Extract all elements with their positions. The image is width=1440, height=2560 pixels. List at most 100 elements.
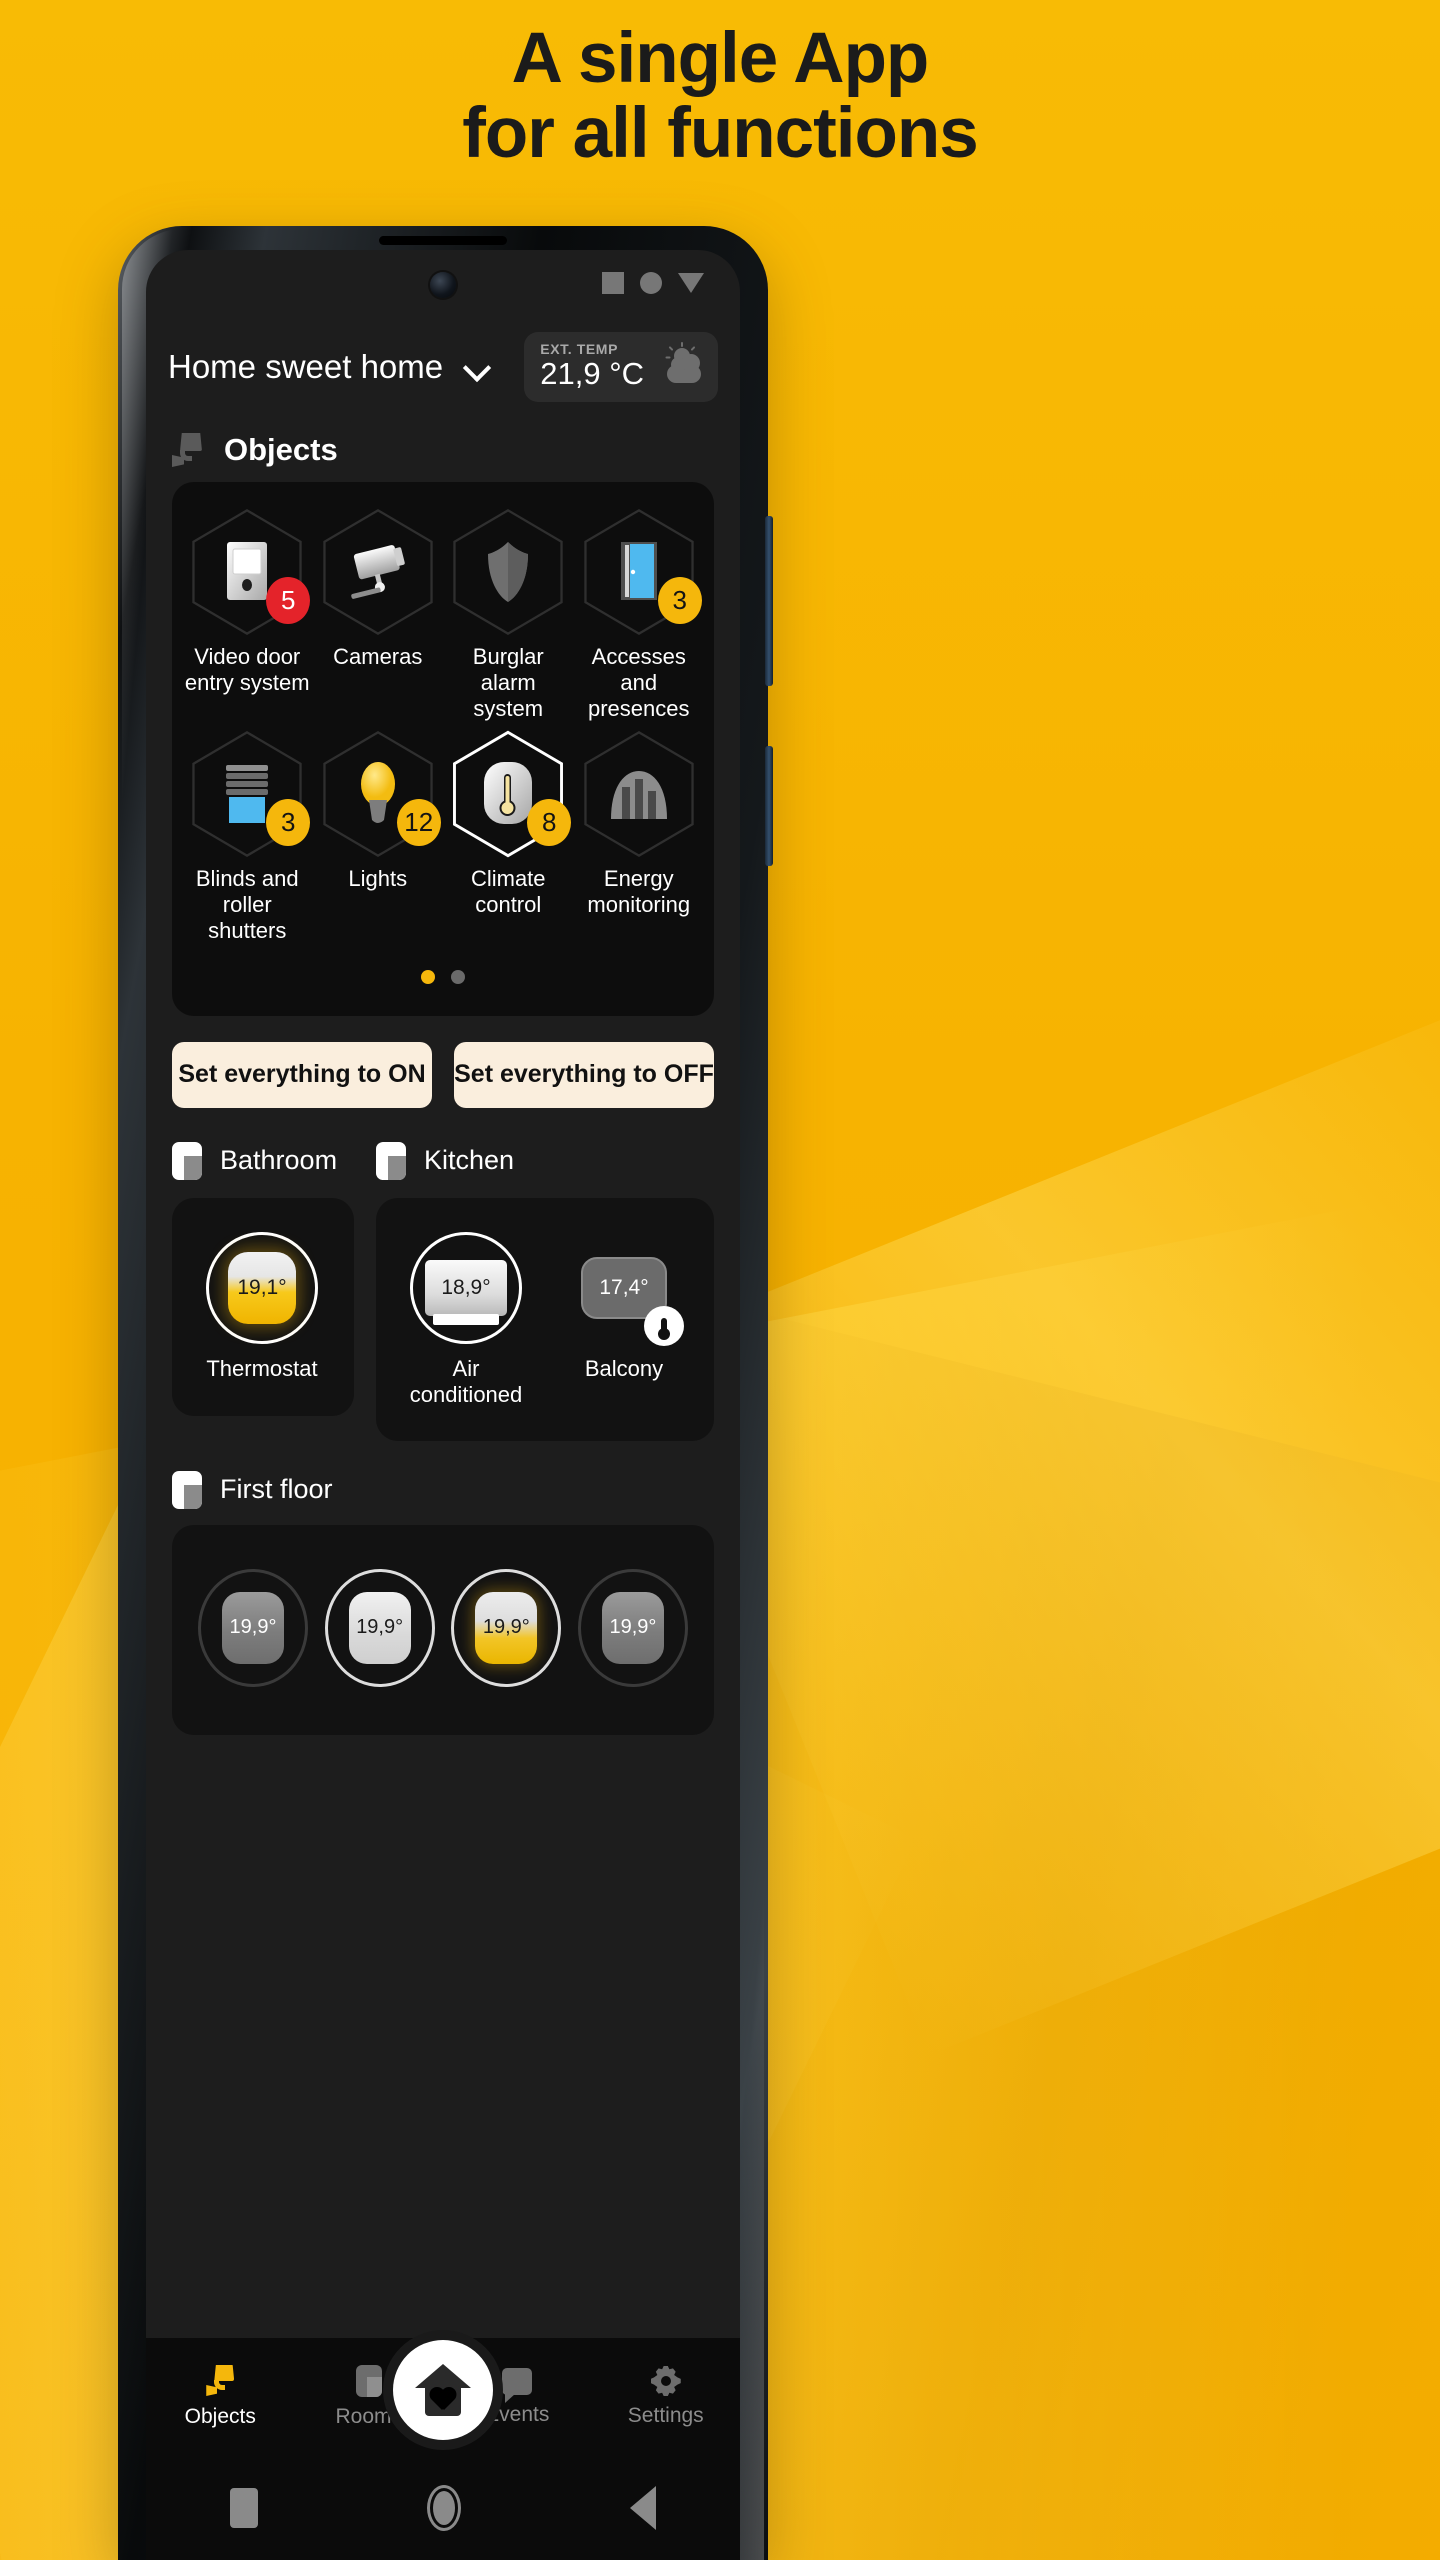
object-tile-video-door-entry[interactable]: 5 Video door entry system xyxy=(182,508,313,730)
badge-count: 12 xyxy=(396,798,441,846)
volume-button[interactable] xyxy=(765,516,773,686)
circle-icon xyxy=(640,272,662,294)
object-tile-climate[interactable]: 8 Climate control xyxy=(443,730,574,952)
object-tile-energy[interactable]: Energy monitoring xyxy=(574,730,705,952)
gear-icon xyxy=(650,2366,681,2396)
back-triangle-icon[interactable] xyxy=(629,2486,656,2530)
headline-line-2: for all functions xyxy=(462,93,979,173)
device-row: 19,1° Thermostat xyxy=(198,1231,328,1382)
home-name: Home sweet home xyxy=(168,348,444,385)
pagination-dots[interactable] xyxy=(182,952,704,1006)
lamp-icon xyxy=(206,2365,235,2397)
floor-device-1[interactable]: 19,9° xyxy=(198,1568,308,1687)
nav-item-settings[interactable]: Settings xyxy=(592,2366,741,2428)
room-icon xyxy=(376,1141,406,1180)
hexagon-outline xyxy=(580,730,698,858)
first-floor-devices: 19,9° 19,9° 19,9° 19,9° xyxy=(172,1525,714,1687)
object-tile-burglar-alarm[interactable]: Burglar alarm system xyxy=(443,508,574,730)
room-kitchen: Kitchen 18,9° Air conditioned 17,4° Balc… xyxy=(376,1141,714,1441)
badge-count: 3 xyxy=(266,798,311,846)
global-actions: Set everything to ON Set everything to O… xyxy=(146,1016,740,1108)
object-tile-accesses[interactable]: 3 Accesses and presences xyxy=(574,508,705,730)
sun-behind-cloud-icon xyxy=(656,341,702,386)
power-button[interactable] xyxy=(765,746,773,866)
nav-label: Settings xyxy=(627,2404,704,2427)
object-tile-label: Blinds and roller shutters xyxy=(195,865,299,943)
rooms-row: Bathroom 19,1° Thermostat Kitchen 18,9° … xyxy=(146,1108,740,1441)
device-row: 18,9° Air conditioned 17,4° Balcony xyxy=(402,1231,688,1409)
room-name: Kitchen xyxy=(424,1145,515,1176)
room-bathroom: Bathroom 19,1° Thermostat xyxy=(172,1141,354,1441)
nav-item-objects[interactable]: Objects xyxy=(146,2365,295,2429)
ext-temp-label: EXT. TEMP xyxy=(540,341,619,358)
device-ring xyxy=(451,1568,562,1687)
air-conditioner-value: 18,9° xyxy=(425,1259,507,1325)
object-tile-label: Energy monitoring xyxy=(587,865,691,917)
nav-label: Objects xyxy=(184,2405,256,2428)
app-header: Home sweet home EXT. TEMP 21,9 °C xyxy=(146,312,740,416)
page-dot-2[interactable] xyxy=(451,969,465,984)
room-header[interactable]: Bathroom xyxy=(172,1141,354,1198)
home-heart-icon xyxy=(415,2364,471,2416)
nav-label: Rooms xyxy=(335,2405,403,2428)
status-icons xyxy=(602,272,704,294)
section-title-text: Objects xyxy=(224,432,338,467)
home-selector[interactable]: Home sweet home xyxy=(168,348,491,386)
floor-device-4[interactable]: 19,9° xyxy=(577,1568,688,1687)
phone-screen: Home sweet home EXT. TEMP 21,9 °C Object… xyxy=(146,250,740,2560)
floor-device-3[interactable]: 19,9° xyxy=(451,1568,562,1687)
square-icon xyxy=(602,272,624,294)
objects-section-title: Objects xyxy=(146,416,740,482)
set-everything-off-button[interactable]: Set everything to OFF xyxy=(454,1041,714,1108)
first-floor-header[interactable]: First floor xyxy=(146,1441,740,1525)
chevron-down-icon[interactable] xyxy=(465,354,491,380)
recents-square-icon[interactable] xyxy=(230,2488,259,2528)
device-label: Air conditioned xyxy=(409,1355,523,1408)
front-camera xyxy=(430,272,456,298)
device-ring xyxy=(324,1568,435,1687)
device-ring: 18,9° xyxy=(410,1231,522,1344)
thermometer-icon xyxy=(644,1305,684,1346)
nav-label: Events xyxy=(485,2402,550,2426)
headline-line-1: A single App xyxy=(511,19,930,98)
object-tile-label: Cameras xyxy=(333,644,423,669)
objects-row-2: 3 Blinds and roller shutters 12 Lights 8… xyxy=(182,730,704,952)
room-card: 19,1° Thermostat xyxy=(172,1197,354,1416)
object-tile-blinds[interactable]: 3 Blinds and roller shutters xyxy=(182,730,313,952)
headline: A single App for all functions xyxy=(0,19,1440,173)
badge-count: 5 xyxy=(266,577,311,624)
badge-count: 3 xyxy=(657,577,702,624)
object-tile-cameras[interactable]: Cameras xyxy=(313,508,444,730)
home-circle-icon[interactable] xyxy=(426,2485,461,2531)
object-tile-label: Burglar alarm system xyxy=(472,644,544,721)
status-bar xyxy=(146,250,740,312)
device-label: Balcony xyxy=(584,1355,664,1381)
lamp-icon xyxy=(172,433,202,467)
home-fab-button[interactable] xyxy=(393,2340,493,2440)
room-icon xyxy=(172,1141,202,1180)
room-icon xyxy=(355,2365,382,2397)
thermostat-value: 19,1° xyxy=(228,1251,296,1324)
floor-device-2[interactable]: 19,9° xyxy=(324,1568,435,1687)
floor-name: First floor xyxy=(220,1474,333,1504)
room-icon xyxy=(172,1470,202,1509)
device-thermostat[interactable]: 19,1° Thermostat xyxy=(198,1231,326,1382)
device-no-ring: 17,4° xyxy=(568,1232,684,1346)
room-card: 18,9° Air conditioned 17,4° Balcony xyxy=(376,1197,714,1441)
objects-row-1: 5 Video door entry system Cameras Burgla… xyxy=(182,508,704,730)
device-balcony[interactable]: 17,4° Balcony xyxy=(560,1232,688,1409)
room-name: Bathroom xyxy=(220,1145,338,1176)
object-tile-label: Climate control xyxy=(470,865,546,917)
earpiece xyxy=(379,236,507,245)
device-air-conditioned[interactable]: 18,9° Air conditioned xyxy=(402,1231,530,1409)
page-dot-1[interactable] xyxy=(421,969,435,984)
set-everything-on-button[interactable]: Set everything to ON xyxy=(172,1041,432,1108)
objects-card: 5 Video door entry system Cameras Burgla… xyxy=(172,482,714,1016)
object-tile-label: Accesses and presences xyxy=(587,644,690,721)
ext-temp-widget[interactable]: EXT. TEMP 21,9 °C xyxy=(524,332,718,402)
room-header[interactable]: Kitchen xyxy=(376,1141,714,1198)
device-label: Thermostat xyxy=(206,1355,318,1381)
hexagon-outline xyxy=(449,508,567,636)
object-tile-lights[interactable]: 12 Lights xyxy=(313,730,444,952)
phone-mockup: Home sweet home EXT. TEMP 21,9 °C Object… xyxy=(118,226,773,2560)
